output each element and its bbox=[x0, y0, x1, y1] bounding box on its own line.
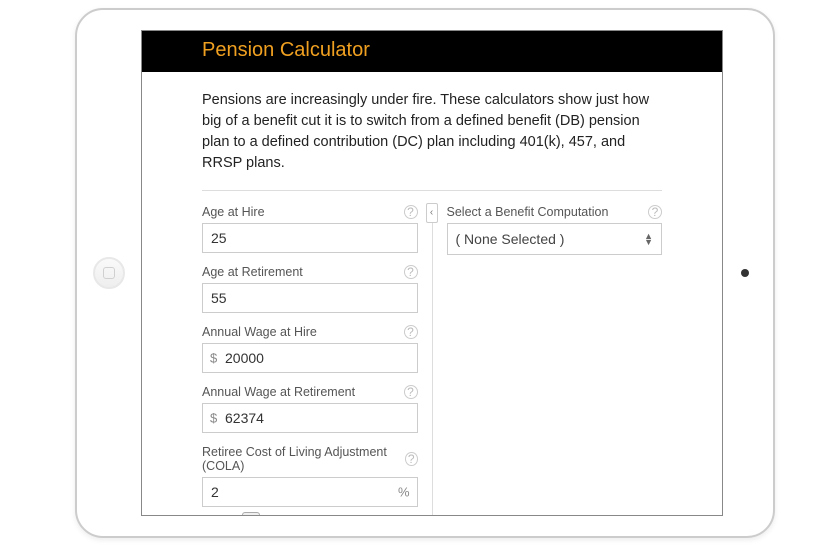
field-age-at-retirement: Age at Retirement ? bbox=[202, 265, 418, 313]
app-screen: Pension Calculator Pensions are increasi… bbox=[141, 30, 723, 516]
annual-wage-retirement-label: Annual Wage at Retirement bbox=[202, 385, 355, 399]
tablet-frame: Pension Calculator Pensions are increasi… bbox=[75, 8, 775, 538]
cola-input[interactable] bbox=[202, 477, 418, 507]
divider-line bbox=[202, 190, 662, 191]
field-annual-wage-retirement: Annual Wage at Retirement ? $ bbox=[202, 385, 418, 433]
age-at-hire-input[interactable] bbox=[202, 223, 418, 253]
annual-wage-hire-input[interactable] bbox=[202, 343, 418, 373]
percent-suffix: % bbox=[398, 485, 410, 500]
help-icon[interactable]: ? bbox=[404, 265, 418, 279]
intro-text: Pensions are increasingly under fire. Th… bbox=[202, 90, 662, 174]
collapse-handle-icon[interactable]: ‹ bbox=[426, 203, 438, 223]
annual-wage-retirement-input[interactable] bbox=[202, 403, 418, 433]
age-at-hire-label: Age at Hire bbox=[202, 205, 265, 219]
help-icon[interactable]: ? bbox=[405, 452, 418, 466]
select-arrows-icon: ▲▼ bbox=[644, 233, 653, 245]
camera-icon bbox=[741, 269, 749, 277]
currency-prefix: $ bbox=[210, 351, 217, 366]
left-column: Age at Hire ? Age at Retirement ? bbox=[202, 205, 432, 516]
help-icon[interactable]: ? bbox=[404, 325, 418, 339]
benefit-computation-label: Select a Benefit Computation bbox=[447, 205, 609, 219]
page-title: Pension Calculator bbox=[202, 39, 370, 61]
help-icon[interactable]: ? bbox=[648, 205, 662, 219]
column-divider: ‹ bbox=[432, 205, 433, 516]
age-at-retirement-input[interactable] bbox=[202, 283, 418, 313]
field-age-at-hire: Age at Hire ? bbox=[202, 205, 418, 253]
field-cola: Retiree Cost of Living Adjustment (COLA)… bbox=[202, 445, 418, 516]
annual-wage-hire-label: Annual Wage at Hire bbox=[202, 325, 317, 339]
benefit-selected-value: ( None Selected ) bbox=[456, 231, 565, 247]
field-benefit-computation: Select a Benefit Computation ? ( None Se… bbox=[447, 205, 663, 255]
help-icon[interactable]: ? bbox=[404, 205, 418, 219]
currency-prefix: $ bbox=[210, 411, 217, 426]
cola-label: Retiree Cost of Living Adjustment (COLA) bbox=[202, 445, 405, 473]
age-at-retirement-label: Age at Retirement bbox=[202, 265, 303, 279]
benefit-computation-select[interactable]: ( None Selected ) ▲▼ bbox=[447, 223, 663, 255]
form-columns: Age at Hire ? Age at Retirement ? bbox=[202, 205, 662, 516]
home-button-icon bbox=[93, 257, 125, 289]
field-annual-wage-hire: Annual Wage at Hire ? $ bbox=[202, 325, 418, 373]
content-area: Pensions are increasingly under fire. Th… bbox=[142, 72, 722, 516]
help-icon[interactable]: ? bbox=[404, 385, 418, 399]
right-column: Select a Benefit Computation ? ( None Se… bbox=[433, 205, 663, 516]
page-header: Pension Calculator bbox=[142, 31, 722, 72]
